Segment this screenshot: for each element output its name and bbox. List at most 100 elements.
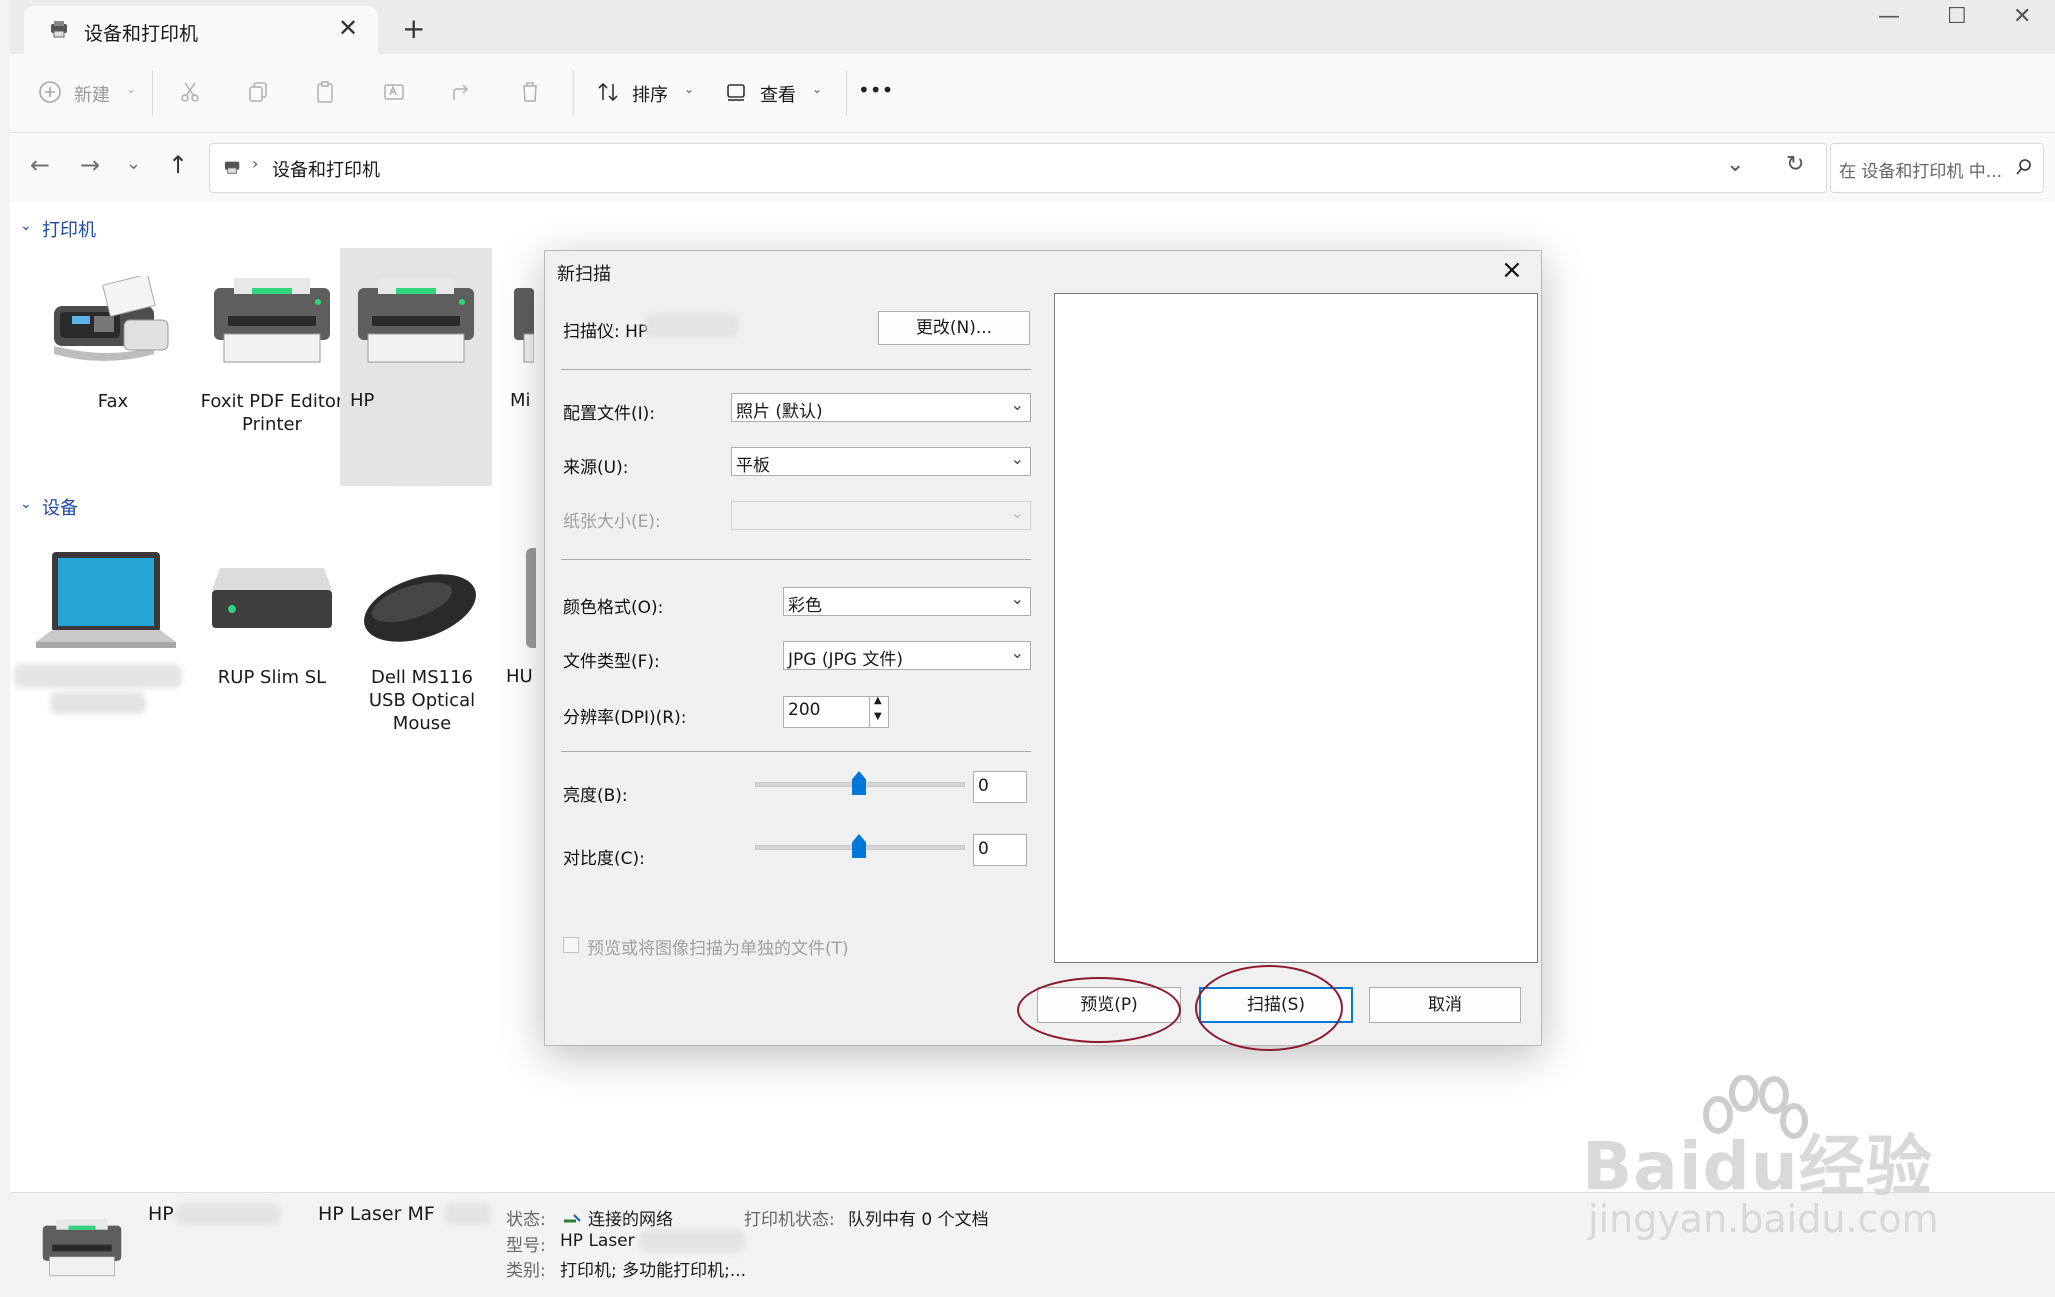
dialog-title: 新扫描 bbox=[557, 264, 611, 285]
file-type-select[interactable]: JPG (JPG 文件) ⌄ bbox=[783, 641, 1031, 670]
tab-title: 设备和打印机 bbox=[84, 23, 199, 45]
state-label: 状态: bbox=[506, 1210, 546, 1230]
cut-icon[interactable] bbox=[178, 80, 202, 104]
search-icon bbox=[2016, 159, 2031, 175]
dialog-close-icon[interactable]: × bbox=[1501, 255, 1523, 285]
explorer-window: 设备和打印机 ✕ + — ☐ ✕ 新建 ⌄ 排序 ⌄ 查看 ⌄ ••• ← → … bbox=[10, 0, 2055, 1297]
source-value: 平板 bbox=[736, 456, 770, 476]
device-label[interactable]: RUP Slim SL bbox=[200, 666, 344, 689]
forward-icon[interactable]: → bbox=[80, 151, 100, 179]
separator bbox=[561, 559, 1031, 560]
separate-files-label: 预览或将图像扫描为单独的文件(T) bbox=[587, 939, 849, 959]
fax-icon[interactable] bbox=[46, 276, 172, 366]
printer-icon[interactable] bbox=[210, 276, 334, 366]
view-button[interactable]: 查看 ⌄ bbox=[724, 80, 822, 109]
chevron-down-icon: ⌄ bbox=[684, 82, 695, 96]
toolbar-divider bbox=[152, 70, 153, 116]
sort-icon bbox=[598, 82, 618, 102]
category-label: 类别: bbox=[506, 1261, 546, 1281]
paste-icon[interactable] bbox=[314, 80, 338, 104]
up-icon[interactable]: ↑ bbox=[168, 151, 188, 179]
dpi-input[interactable]: 200 bbox=[783, 696, 871, 728]
brightness-value: 0 bbox=[978, 776, 989, 796]
chevron-down-icon: ⌄ bbox=[1010, 643, 1024, 662]
spin-up-icon[interactable]: ▲ bbox=[874, 695, 882, 706]
drive-icon[interactable] bbox=[210, 566, 334, 632]
new-button[interactable]: 新建 ⌄ bbox=[38, 80, 136, 109]
plus-circle-icon bbox=[39, 81, 61, 103]
contrast-input[interactable]: 0 bbox=[973, 834, 1027, 866]
profile-select[interactable]: 照片 (默认) ⌄ bbox=[731, 393, 1031, 422]
dpi-value: 200 bbox=[788, 700, 821, 720]
spin-down-icon[interactable]: ▼ bbox=[874, 711, 882, 722]
watermark-brand: Baidu经验 bbox=[1582, 1128, 1933, 1205]
selected-device-name-2: HP Laser MF bbox=[318, 1203, 435, 1225]
devices-printers-icon bbox=[224, 161, 240, 174]
chevron-down-icon: ⌄ bbox=[1010, 395, 1024, 414]
toolbar-divider bbox=[846, 70, 847, 116]
source-select[interactable]: 平板 ⌄ bbox=[731, 447, 1031, 476]
maximize-button[interactable]: ☐ bbox=[1947, 4, 1967, 29]
view-label: 查看 bbox=[760, 85, 796, 106]
sort-button[interactable]: 排序 ⌄ bbox=[596, 80, 694, 109]
selected-printer-tile[interactable]: HP bbox=[340, 248, 492, 486]
search-box[interactable]: 在 设备和打印机 中... bbox=[1830, 143, 2044, 193]
device-label[interactable]: Fax bbox=[50, 390, 176, 413]
profile-label: 配置文件(I): bbox=[563, 404, 656, 424]
device-label[interactable]: HU bbox=[506, 666, 533, 687]
color-format-value: 彩色 bbox=[788, 596, 822, 616]
separate-files-checkbox[interactable] bbox=[563, 937, 579, 953]
title-bar: 设备和打印机 ✕ + — ☐ ✕ bbox=[10, 0, 2055, 54]
new-tab-button[interactable]: + bbox=[402, 12, 425, 45]
printer-icon[interactable] bbox=[510, 276, 534, 366]
breadcrumb-separator-icon: › bbox=[252, 154, 259, 173]
tab-devices-printers[interactable]: 设备和打印机 ✕ bbox=[24, 6, 378, 54]
file-type-label: 文件类型(F): bbox=[563, 652, 660, 672]
model-value: HP Laser bbox=[560, 1231, 635, 1251]
watermark-url: jingyan.baidu.com bbox=[1588, 1197, 1939, 1241]
recent-locations-icon[interactable]: ⌄ bbox=[126, 153, 141, 174]
refresh-icon[interactable]: ↻ bbox=[1786, 152, 1804, 177]
laptop-icon[interactable] bbox=[36, 550, 176, 654]
device-label[interactable]: Foxit PDF Editor Printer bbox=[200, 390, 344, 436]
collapse-chevron-icon[interactable]: ⌄ bbox=[20, 218, 32, 234]
device-label: HP bbox=[350, 390, 375, 411]
brightness-label: 亮度(B): bbox=[563, 786, 628, 806]
collapse-chevron-icon[interactable]: ⌄ bbox=[20, 496, 32, 512]
address-bar[interactable]: › 设备和打印机 ⌄ ↻ bbox=[209, 143, 1827, 193]
scan-preview-area bbox=[1054, 293, 1538, 963]
delete-icon[interactable] bbox=[518, 80, 542, 104]
highlight-oval bbox=[1195, 965, 1343, 1051]
address-dropdown-icon[interactable]: ⌄ bbox=[1726, 152, 1744, 177]
change-scanner-button[interactable]: 更改(N)... bbox=[878, 311, 1030, 345]
breadcrumb-current[interactable]: 设备和打印机 bbox=[272, 156, 380, 182]
printers-section-header[interactable]: 打印机 bbox=[42, 216, 96, 242]
color-format-select[interactable]: 彩色 ⌄ bbox=[783, 587, 1031, 616]
cancel-button[interactable]: 取消 bbox=[1369, 987, 1521, 1023]
device-label[interactable]: Mi bbox=[510, 390, 531, 411]
copy-icon[interactable] bbox=[246, 80, 270, 104]
contrast-slider-thumb[interactable] bbox=[852, 834, 866, 858]
toolbar-divider bbox=[573, 70, 574, 116]
minimize-button[interactable]: — bbox=[1878, 4, 1900, 29]
back-icon[interactable]: ← bbox=[30, 151, 50, 179]
rename-icon[interactable] bbox=[382, 80, 406, 104]
dpi-label: 分辨率(DPI)(R): bbox=[563, 708, 687, 728]
close-button[interactable]: ✕ bbox=[2013, 4, 2031, 29]
devices-section-header[interactable]: 设备 bbox=[42, 494, 78, 520]
state-value: 连接的网络 bbox=[588, 1210, 673, 1230]
separator bbox=[561, 369, 1031, 370]
profile-value: 照片 (默认) bbox=[736, 402, 823, 422]
share-icon[interactable] bbox=[450, 80, 474, 104]
more-options-button[interactable]: ••• bbox=[858, 78, 893, 102]
dpi-spinner[interactable]: ▲ ▼ bbox=[869, 695, 889, 728]
scanner-label: 扫描仪: HP bbox=[563, 322, 649, 342]
printer-icon bbox=[358, 278, 474, 363]
brightness-slider-thumb[interactable] bbox=[852, 771, 866, 795]
mouse-icon[interactable] bbox=[360, 566, 480, 646]
brightness-input[interactable]: 0 bbox=[973, 771, 1027, 803]
device-label[interactable]: Dell MS116 USB Optical Mouse bbox=[360, 666, 484, 735]
tab-close-button[interactable]: ✕ bbox=[338, 14, 358, 42]
devices-printers-icon bbox=[51, 21, 67, 38]
device-icon[interactable] bbox=[526, 548, 536, 648]
